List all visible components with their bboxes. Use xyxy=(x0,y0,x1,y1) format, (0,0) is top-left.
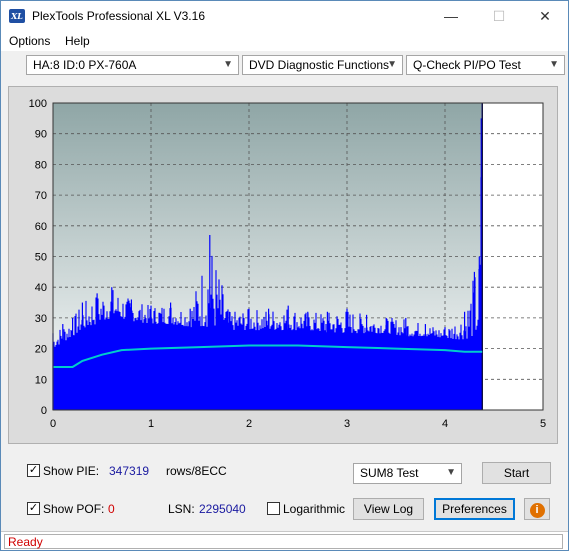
window-title: PlexTools Professional XL V3.16 xyxy=(32,9,205,23)
sum-test-select-value: SUM8 Test xyxy=(360,466,419,480)
title-bar: XL PlexTools Professional XL V3.16 — ☐ ✕ xyxy=(1,1,568,31)
x-tick-label: 2 xyxy=(246,418,252,430)
y-tick-label: 90 xyxy=(35,129,47,141)
test-select[interactable]: Q-Check PI/PO Test ▼ xyxy=(406,55,565,75)
preferences-button[interactable]: Preferences xyxy=(434,498,515,520)
minimize-button[interactable]: — xyxy=(428,1,474,31)
y-tick-label: 100 xyxy=(29,98,47,110)
drive-select[interactable]: HA:8 ID:0 PX-760A ▼ xyxy=(26,55,239,75)
start-button[interactable]: Start xyxy=(482,462,551,484)
menu-help[interactable]: Help xyxy=(65,34,90,48)
app-window: XL PlexTools Professional XL V3.16 — ☐ ✕… xyxy=(0,0,569,551)
pof-value: 0 xyxy=(108,502,115,516)
show-pof-checkbox[interactable]: ✓ xyxy=(27,502,40,515)
y-tick-label: 0 xyxy=(41,405,47,417)
pie-value: 347319 xyxy=(109,464,150,478)
y-tick-label: 30 xyxy=(35,313,47,325)
show-pof-label: Show POF: xyxy=(43,502,105,516)
sum-test-select[interactable]: SUM8 Test ▼ xyxy=(353,463,462,484)
menu-options[interactable]: Options xyxy=(9,34,50,48)
chart-panel: 0 10 20 30 40 50 60 70 80 90 100 0 1 2 3 4 5 xyxy=(8,86,558,444)
lsn-value: 2295040 xyxy=(199,502,246,516)
y-tick-label: 50 xyxy=(35,252,47,264)
show-pie-label: Show PIE: xyxy=(43,464,100,478)
chevron-down-icon: ▼ xyxy=(387,59,397,70)
view-log-button[interactable]: View Log xyxy=(353,498,424,520)
chevron-down-icon: ▼ xyxy=(223,59,233,70)
logarithmic-checkbox[interactable] xyxy=(267,502,280,515)
y-tick-label: 10 xyxy=(35,374,47,386)
info-button[interactable]: i xyxy=(524,498,550,520)
close-button[interactable]: ✕ xyxy=(522,1,568,31)
chevron-down-icon: ▼ xyxy=(549,59,559,70)
drive-select-value: HA:8 ID:0 PX-760A xyxy=(33,58,137,72)
test-select-value: Q-Check PI/PO Test xyxy=(413,58,521,72)
y-tick-label: 80 xyxy=(35,159,47,171)
pie-chart: 0 10 20 30 40 50 60 70 80 90 100 0 1 2 3 4 5 xyxy=(29,98,546,430)
lsn-label: LSN: xyxy=(168,502,195,516)
x-tick-label: 3 xyxy=(344,418,350,430)
x-tick-label: 0 xyxy=(50,418,56,430)
logarithmic-label: Logarithmic xyxy=(283,502,346,516)
info-icon: i xyxy=(529,503,545,518)
x-tick-label: 5 xyxy=(540,418,546,430)
y-tick-label: 60 xyxy=(35,221,47,233)
y-tick-label: 20 xyxy=(35,344,47,356)
menu-bar: Options Help xyxy=(1,31,568,51)
chevron-down-icon: ▼ xyxy=(446,467,456,478)
maximize-button[interactable]: ☐ xyxy=(476,1,522,31)
status-bar: Ready xyxy=(1,531,568,550)
app-logo-icon: XL xyxy=(9,9,25,23)
pie-unit: rows/8ECC xyxy=(166,464,227,478)
function-select-value: DVD Diagnostic Functions xyxy=(249,58,390,72)
y-tick-label: 40 xyxy=(35,282,47,294)
function-select[interactable]: DVD Diagnostic Functions ▼ xyxy=(242,55,403,75)
x-tick-label: 1 xyxy=(148,418,154,430)
status-text: Ready xyxy=(4,534,563,549)
x-tick-label: 4 xyxy=(442,418,448,430)
y-tick-label: 70 xyxy=(35,190,47,202)
show-pie-checkbox[interactable]: ✓ xyxy=(27,464,40,477)
